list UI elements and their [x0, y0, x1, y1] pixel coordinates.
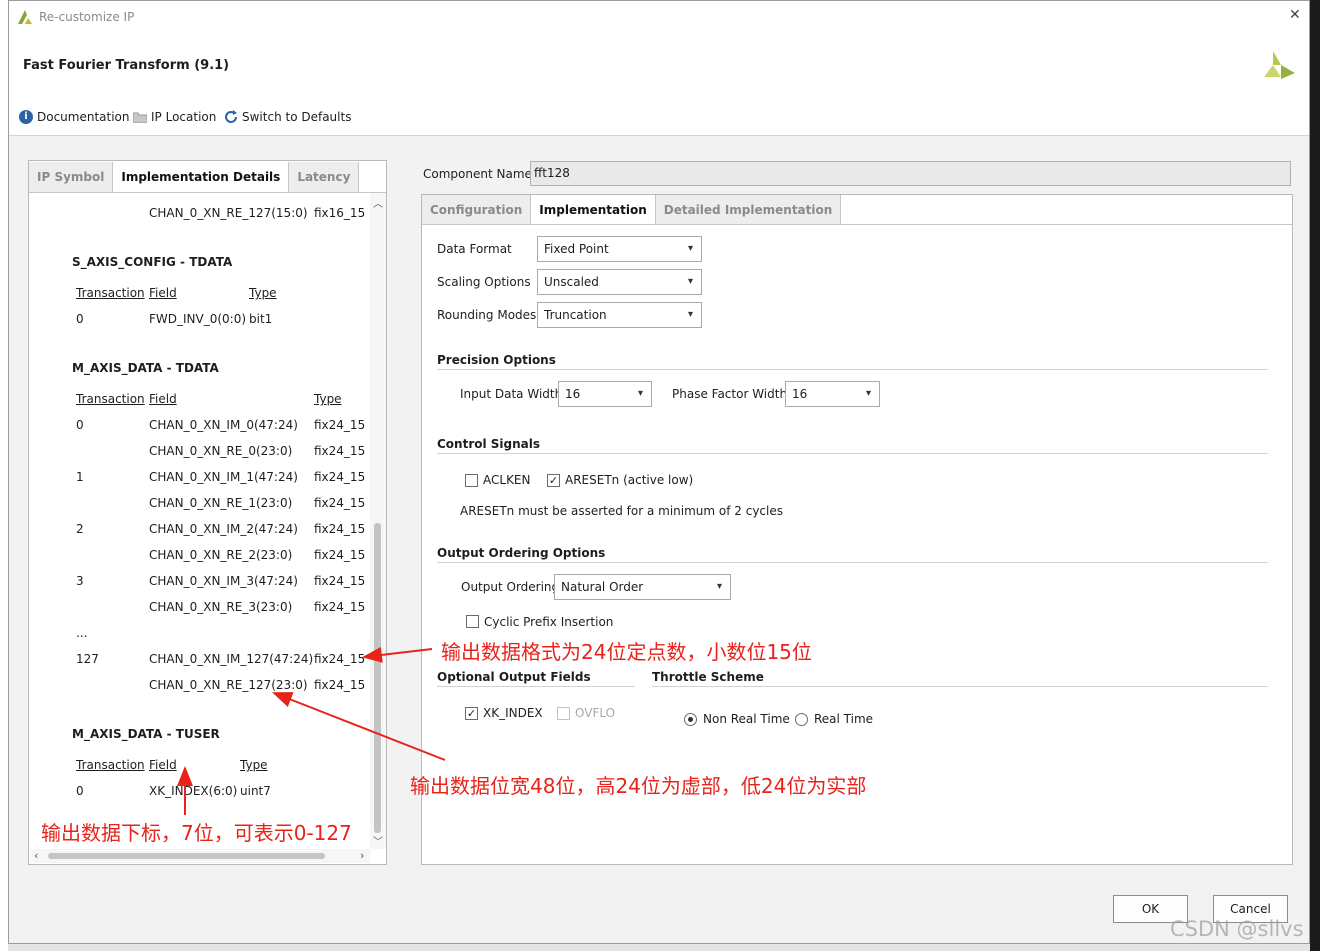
watermark: CSDN @sllvs [1170, 917, 1304, 941]
annotation-index: 输出数据下标，7位，可表示0-127 [41, 821, 352, 845]
annotation-format: 输出数据格式为24位定点数，小数位15位 [441, 640, 812, 664]
arrow-format [362, 646, 433, 663]
annotation-width: 输出数据位宽48位，高24位为虚部，低24位为实部 [410, 774, 867, 798]
annotation-arrows [177, 646, 446, 815]
arrow-width [272, 692, 446, 761]
